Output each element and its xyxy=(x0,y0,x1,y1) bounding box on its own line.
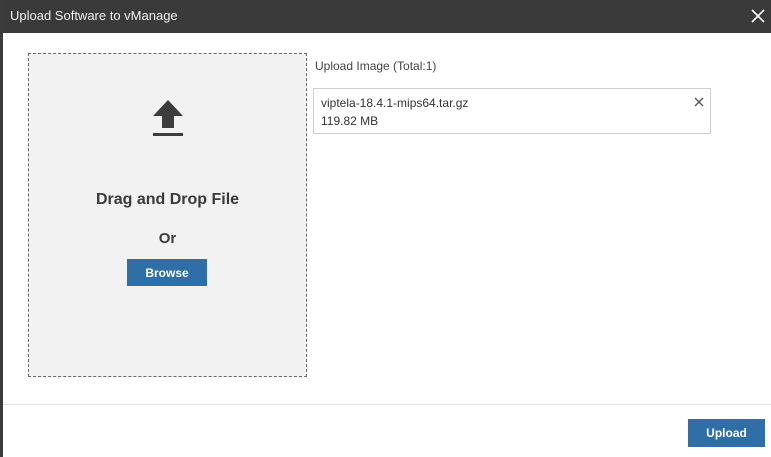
upload-arrow-icon xyxy=(150,98,186,138)
file-name: viptela-18.4.1-mips64.tar.gz xyxy=(321,96,469,110)
drag-drop-text: Drag and Drop File xyxy=(95,191,240,208)
file-size: 119.82 MB xyxy=(321,114,379,128)
file-dropzone[interactable]: Drag and Drop File Or Browse xyxy=(28,53,307,377)
close-icon[interactable] xyxy=(747,4,769,28)
footer-divider xyxy=(3,404,771,405)
upload-software-dialog: Upload Software to vManage Drag and Drop… xyxy=(0,0,771,457)
dialog-titlebar: Upload Software to vManage xyxy=(3,0,771,33)
browse-button[interactable]: Browse xyxy=(127,259,207,286)
uploaded-file-item: viptela-18.4.1-mips64.tar.gz 119.82 MB xyxy=(313,88,711,134)
upload-image-label: Upload Image (Total:1) xyxy=(315,59,437,73)
dialog-title: Upload Software to vManage xyxy=(10,8,178,23)
upload-button[interactable]: Upload xyxy=(688,419,765,447)
or-text: Or xyxy=(158,230,177,247)
close-icon[interactable] xyxy=(692,95,706,109)
